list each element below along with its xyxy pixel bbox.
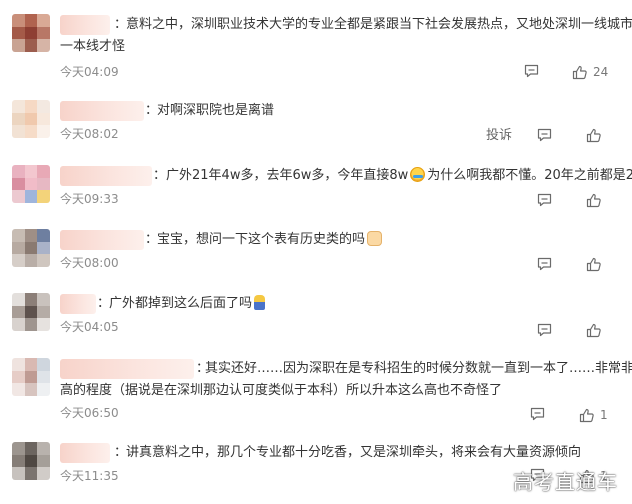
comment-icon (537, 193, 552, 207)
comment-text-part1: 广外21年4w多，去年6w多，今年直接8w (166, 168, 409, 183)
comment-text: 对啊深职院也是离谱 (157, 103, 275, 118)
figure-icon (254, 295, 266, 310)
thumbs-up-icon (586, 323, 601, 338)
reply-button[interactable] (537, 257, 552, 271)
username[interactable] (60, 359, 194, 379)
crying-face-icon (410, 167, 426, 182)
username[interactable] (60, 230, 144, 250)
comment-text-part1: 宝宝，想问一下这个表有历史类的吗 (157, 232, 366, 247)
avatar[interactable] (12, 358, 50, 396)
like-button[interactable]: 24 (572, 64, 608, 80)
thumbs-up-icon (586, 193, 601, 208)
avatar[interactable] (12, 165, 50, 203)
comment-text: 其实还好……因为深职在是专科招生的时候分数就一直到一本了……非常非常 (205, 361, 632, 376)
comment-text: 讲真意料之中，那几个专业都十分吃香，又是深圳牵头，将来会有大量资源倾向 (126, 445, 582, 460)
comment-icon (524, 64, 539, 78)
avatar[interactable] (12, 14, 50, 52)
avatar[interactable] (12, 229, 50, 267)
timestamp: 今天06:50 (60, 406, 119, 420)
like-count: 24 (593, 65, 609, 79)
timestamp: 今天09:33 (60, 192, 119, 206)
comment-text-part1: 广外都掉到这么后面了吗 (109, 296, 253, 311)
comment-icon (537, 128, 552, 142)
report-button[interactable]: 投诉 (486, 128, 512, 144)
username[interactable] (60, 443, 110, 463)
comment-text: 广外都掉到这么后面了吗 (109, 293, 267, 315)
comment-text-part2: 为什么啊我都不懂。20年之前都是2w呢 (427, 168, 632, 183)
like-button[interactable] (586, 323, 602, 338)
avatar[interactable] (12, 100, 50, 138)
comment-text: 宝宝，想问一下这个表有历史类的吗 (157, 229, 384, 251)
like-button[interactable] (586, 257, 602, 272)
like-button[interactable] (586, 128, 602, 143)
thumbs-up-icon (586, 128, 601, 143)
timestamp: 今天04:05 (60, 320, 119, 334)
comment-text: 意料之中，深圳职业技术大学的专业全都是紧跟当下社会发展热点，又地处深圳一线城市不 (126, 17, 632, 32)
report-label[interactable]: 投诉 (486, 128, 512, 144)
comment-text-line2: 一本线才怪 (60, 39, 126, 54)
username[interactable] (60, 166, 152, 186)
timestamp: 今天11:35 (60, 469, 119, 483)
watermark: 高考直通车 (513, 470, 618, 494)
comment-text-line2: 高的程度（据说是在深圳那边认可度类似于本科）所以升本这么高也不奇怪了 (60, 383, 503, 398)
name-separator: ： (153, 168, 167, 183)
comment-icon (537, 323, 552, 337)
thumbs-up-icon (572, 65, 587, 79)
username[interactable] (60, 101, 144, 121)
cat-face-icon (367, 231, 383, 246)
username[interactable] (60, 294, 96, 314)
reply-button[interactable] (537, 128, 552, 142)
reply-button[interactable] (537, 323, 552, 337)
comment-text: 广外21年4w多，去年6w多，今年直接8w 为什么啊我都不懂。20年之前都是2w呢 (166, 165, 632, 187)
reply-button[interactable] (537, 193, 552, 207)
like-button[interactable]: 1 (579, 407, 608, 423)
timestamp: 今天08:02 (60, 127, 119, 141)
timestamp: 今天04:09 (60, 65, 119, 79)
reply-button[interactable] (530, 407, 545, 421)
username[interactable] (60, 15, 110, 35)
reply-button[interactable] (524, 64, 539, 78)
avatar[interactable] (12, 293, 50, 331)
comment-icon (530, 407, 545, 421)
timestamp: 今天08:00 (60, 256, 119, 270)
thumbs-up-icon (586, 257, 601, 272)
like-button[interactable] (586, 193, 602, 208)
comment-icon (537, 257, 552, 271)
avatar[interactable] (12, 442, 50, 480)
thumbs-up-icon (579, 408, 594, 422)
like-count: 1 (600, 408, 608, 422)
